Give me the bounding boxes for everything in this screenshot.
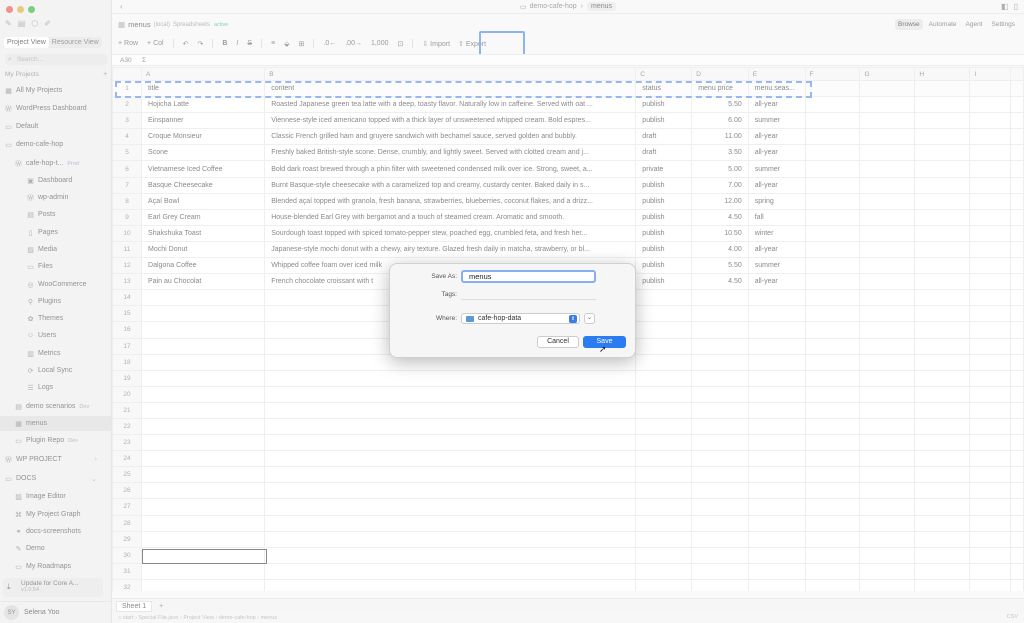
app-window: ✎ ▤ ⬡ ✐ Project View Resource View ⌕ Sear… [0,0,1024,623]
expand-browser-button[interactable]: ⌄ [584,313,595,324]
save-as-input[interactable]: menus [461,270,596,283]
tags-label: Tags: [441,291,457,298]
save-as-label: Save As: [431,273,457,280]
folder-icon [466,315,474,322]
updown-chevron-icon: ⇕ [569,315,577,323]
mouse-cursor-icon: ➚ [599,344,607,354]
cancel-button[interactable]: Cancel [537,336,579,348]
where-value: cafe-hop-data [478,315,522,322]
where-label: Where: [436,315,457,322]
tags-input[interactable] [461,289,596,300]
where-select[interactable]: cafe-hop-data ⇕ [461,313,580,324]
